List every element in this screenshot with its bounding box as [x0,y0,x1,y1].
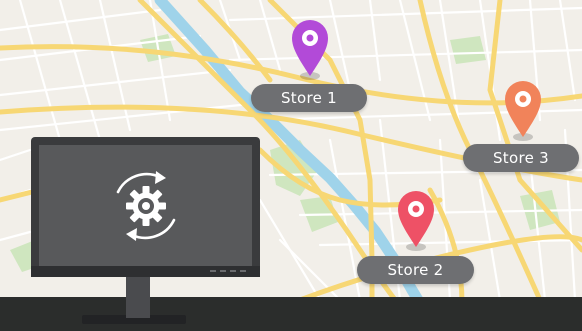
map-pin-icon[interactable] [290,18,330,82]
map-pin-icon[interactable] [396,189,436,253]
map-pin-icon[interactable] [503,79,543,143]
floor-bar [0,297,582,331]
monitor-stand-neck [126,272,150,318]
store-label-3[interactable]: Store 3 [463,144,579,172]
store-label-1[interactable]: Store 1 [251,84,367,112]
store-label-2[interactable]: Store 2 [357,256,474,284]
